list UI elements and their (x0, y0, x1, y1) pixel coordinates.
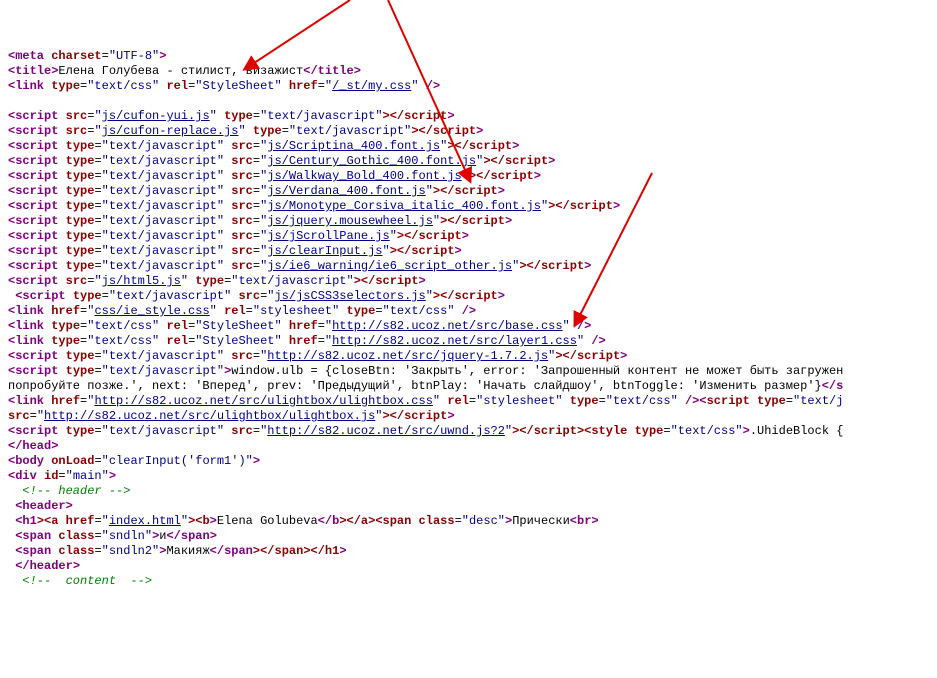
code-block: <meta charset="UTF-8"> <title>Елена Голу… (0, 45, 937, 618)
